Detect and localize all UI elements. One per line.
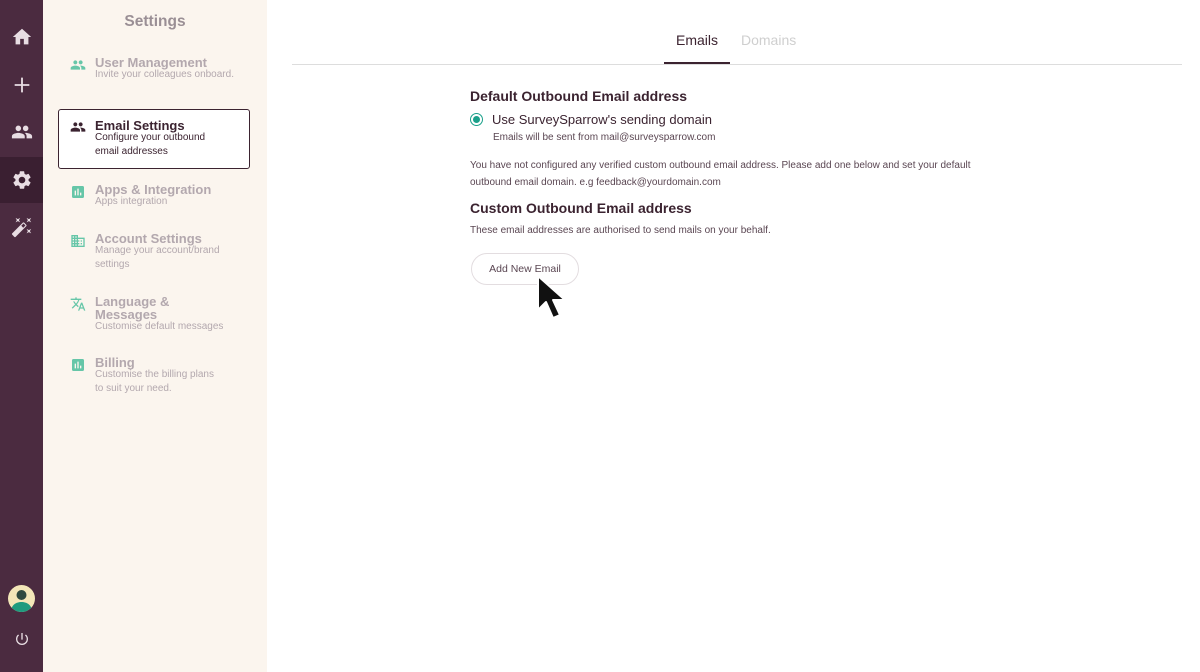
rail-magic-button[interactable] — [0, 204, 43, 250]
sidebar-item-desc: Customise default messages — [95, 321, 224, 332]
app-rail — [0, 0, 43, 672]
no-custom-email-notice: You have not configured any verified cus… — [470, 160, 971, 188]
sending-domain-info: Emails will be sent from mail@surveyspar… — [493, 132, 716, 143]
logout-button[interactable] — [0, 616, 43, 662]
sidebar-item-desc: Configure your outbound email addresses — [95, 132, 206, 157]
mouse-cursor-icon — [537, 275, 566, 319]
rail-settings-button[interactable] — [0, 157, 43, 203]
sidebar-item-billing[interactable]: Billing Customise the billing plans to s… — [58, 352, 250, 398]
translate-icon — [70, 296, 86, 312]
magic-wand-icon — [11, 217, 31, 238]
sidebar-item-language-messages[interactable]: Language & Messages Customise default me… — [58, 291, 250, 337]
people-icon — [11, 125, 32, 139]
settings-tabs: Emails Domains — [292, 0, 1182, 65]
building-icon — [70, 233, 86, 249]
sidebar-item-user-management[interactable]: User Management Invite your colleagues o… — [58, 52, 250, 98]
sidebar-item-email-settings[interactable]: Email Settings Configure your outbound e… — [58, 109, 250, 169]
use-sending-domain-label[interactable]: Use SurveySparrow's sending domain — [492, 112, 712, 127]
sidebar-item-desc: Manage your account/brand settings — [95, 245, 220, 270]
default-outbound-heading: Default Outbound Email address — [470, 88, 688, 104]
sidebar-item-account-settings[interactable]: Account Settings Manage your account/bra… — [58, 228, 250, 274]
sidebar-title: Settings — [124, 13, 186, 30]
gear-icon — [12, 171, 31, 189]
radio-selected-dot — [473, 116, 480, 123]
plus-icon — [14, 77, 29, 93]
sidebar-item-label: Language & Messages — [95, 294, 170, 322]
custom-outbound-heading: Custom Outbound Email address — [470, 200, 692, 216]
custom-outbound-desc: These email addresses are authorised to … — [470, 225, 771, 236]
people-icon — [70, 119, 86, 135]
sidebar-item-apps-integration[interactable]: Apps & Integration Apps integration — [58, 179, 250, 213]
people-icon — [70, 57, 86, 73]
user-avatar-icon — [11, 590, 32, 612]
active-tab-indicator — [664, 62, 730, 64]
tab-domains[interactable]: Domains — [741, 32, 796, 48]
sidebar-item-desc: Apps integration — [95, 196, 168, 207]
bar-chart-icon — [70, 357, 86, 373]
use-sending-domain-radio[interactable] — [470, 113, 483, 126]
tab-emails[interactable]: Emails — [676, 32, 718, 48]
user-avatar[interactable] — [8, 585, 35, 612]
rail-create-button[interactable] — [0, 62, 43, 108]
sidebar-item-desc: Customise the billing plans to suit your… — [95, 369, 214, 394]
sidebar-item-desc: Invite your colleagues onboard. — [95, 69, 234, 80]
settings-sidebar: Settings User Management Invite your col… — [43, 0, 267, 672]
rail-home-button[interactable] — [0, 14, 43, 60]
power-icon — [15, 633, 28, 645]
bar-chart-icon — [70, 184, 86, 200]
home-icon — [12, 28, 31, 45]
rail-contacts-button[interactable] — [0, 109, 43, 155]
